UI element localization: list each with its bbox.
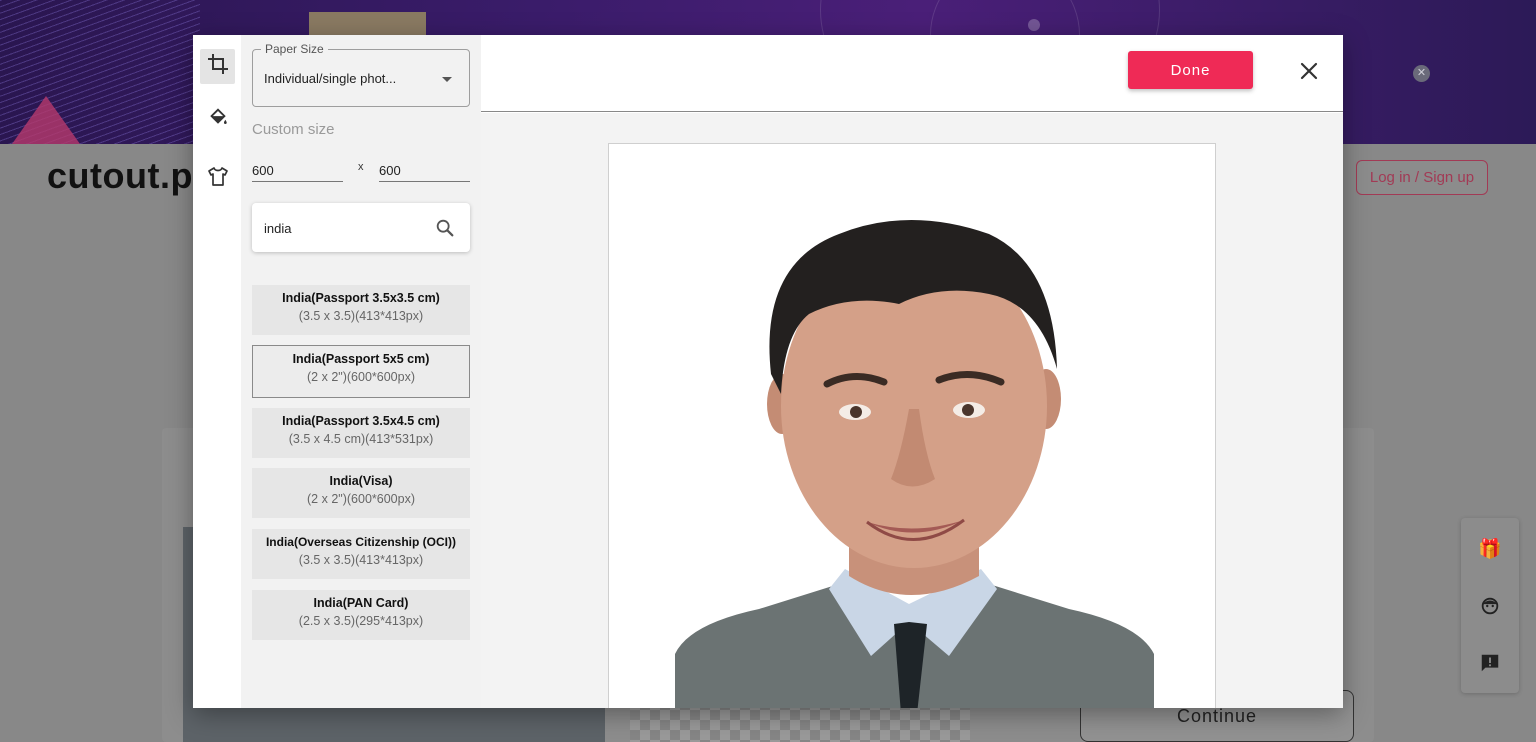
preset-item-selected[interactable]: India(Passport 5x5 cm) (2 x 2")(600*600p…	[252, 345, 470, 398]
preset-dimensions: (3.5 x 4.5 cm)(413*531px)	[288, 432, 434, 446]
paint-bucket-icon	[207, 106, 229, 133]
paper-size-select[interactable]: Paper Size Individual/single phot...	[252, 42, 470, 107]
preset-name: India(Visa)	[329, 474, 393, 488]
preset-search-box	[252, 203, 470, 252]
tool-rail	[193, 35, 241, 708]
editor-toolbar: Done	[481, 35, 1343, 112]
preset-item[interactable]: India(PAN Card) (2.5 x 3.5)(295*413px)	[252, 590, 470, 640]
floating-action-bar: 🎁	[1461, 518, 1519, 693]
crop-icon	[206, 52, 230, 81]
photo-editor-dialog: Paper Size Individual/single phot... Cus…	[193, 35, 1343, 708]
preset-dimensions: (3.5 x 3.5)(413*413px)	[298, 553, 424, 567]
tshirt-icon	[206, 165, 230, 194]
size-separator: x	[358, 161, 364, 173]
dropdown-arrow-icon	[442, 77, 452, 82]
hero-thumbnail	[309, 12, 426, 36]
portrait-photo	[675, 220, 1154, 708]
custom-size-label: Custom size	[252, 121, 335, 138]
hero-dot-decoration	[1028, 19, 1040, 31]
preset-item[interactable]: India(Passport 3.5x3.5 cm) (3.5 x 3.5)(4…	[252, 285, 470, 335]
preset-name: India(Overseas Citizenship (OCI))	[265, 535, 457, 549]
gift-icon[interactable]: 🎁	[1478, 538, 1502, 562]
passport-photo-preview	[608, 143, 1216, 708]
site-logo[interactable]: cutout.p	[47, 155, 193, 197]
preset-item[interactable]: India(Passport 3.5x4.5 cm) (3.5 x 4.5 cm…	[252, 408, 470, 458]
size-settings-panel: Paper Size Individual/single phot... Cus…	[241, 35, 481, 708]
preset-dimensions: (2 x 2")(600*600px)	[307, 370, 415, 384]
paper-size-label: Paper Size	[261, 42, 328, 56]
preset-dimensions: (2.5 x 3.5)(295*413px)	[298, 614, 424, 628]
preset-name: India(Passport 3.5x3.5 cm)	[282, 291, 440, 305]
search-icon[interactable]	[434, 217, 456, 239]
preset-dimensions: (3.5 x 3.5)(413*413px)	[298, 309, 424, 323]
preset-name: India(Passport 3.5x4.5 cm)	[282, 414, 440, 428]
custom-width-input[interactable]	[252, 160, 343, 182]
preset-item[interactable]: India(Overseas Citizenship (OCI)) (3.5 x…	[252, 529, 470, 579]
preset-search-input[interactable]	[264, 218, 424, 238]
crop-tool-button[interactable]	[200, 49, 235, 84]
background-color-tool-button[interactable]	[200, 102, 235, 137]
preset-name: India(Passport 5x5 cm)	[292, 352, 430, 366]
done-button[interactable]: Done	[1128, 51, 1253, 89]
preset-dimensions: (2 x 2")(600*600px)	[307, 492, 415, 506]
support-agent-icon[interactable]	[1478, 595, 1502, 619]
custom-height-input[interactable]	[379, 160, 470, 182]
hero-triangle-decoration	[12, 96, 80, 144]
clothing-tool-button[interactable]	[200, 162, 235, 197]
preset-item[interactable]: India(Visa) (2 x 2")(600*600px)	[252, 468, 470, 518]
feedback-icon[interactable]	[1478, 652, 1502, 676]
preview-canvas-area	[481, 113, 1343, 708]
banner-close-icon[interactable]: ✕	[1413, 65, 1430, 82]
close-icon[interactable]	[1297, 59, 1321, 83]
paper-size-value: Individual/single phot...	[264, 71, 397, 86]
preset-name: India(PAN Card)	[313, 596, 409, 610]
login-signup-button[interactable]: Log in / Sign up	[1356, 160, 1488, 195]
